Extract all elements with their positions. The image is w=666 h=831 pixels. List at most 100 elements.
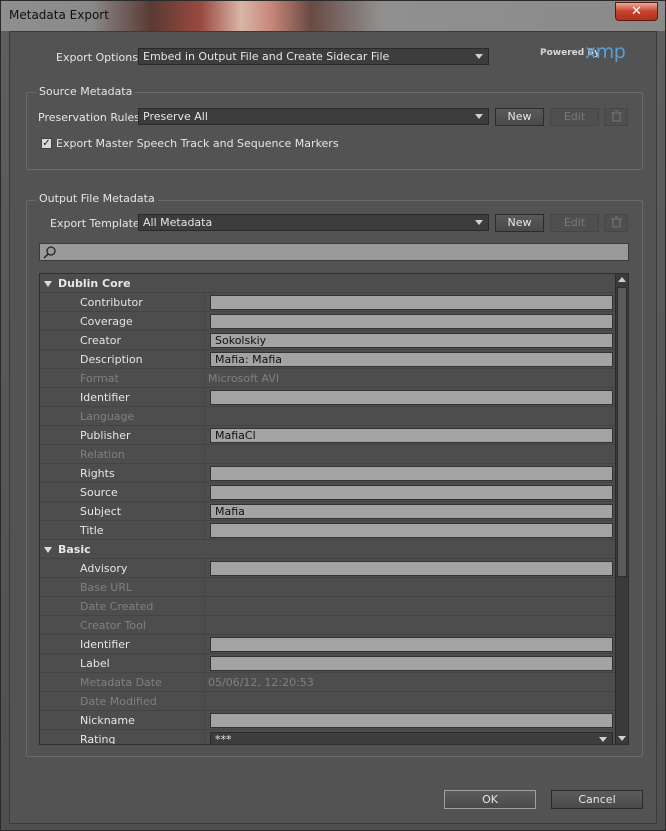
- template-new-button[interactable]: New: [495, 214, 544, 232]
- metadata-export-dialog: Metadata Export ✕ Export Options: Embed …: [0, 0, 666, 831]
- scroll-up-arrow-icon[interactable]: [618, 277, 626, 282]
- metadata-value-field[interactable]: Sokolskiy: [210, 333, 613, 348]
- rating-dropdown[interactable]: ***: [210, 732, 613, 744]
- trash-icon: [611, 216, 622, 228]
- metadata-row: Date Created: [40, 597, 616, 616]
- column-divider: [204, 559, 205, 578]
- metadata-value-readonly: 05/06/12, 12:20:53: [208, 676, 314, 689]
- column-divider: [204, 350, 205, 369]
- metadata-value-field[interactable]: Mafia: [210, 504, 613, 519]
- metadata-value-field[interactable]: [210, 295, 613, 310]
- preservation-rules-label: Preservation Rules:: [38, 111, 144, 124]
- metadata-value-field[interactable]: MafiaCl: [210, 428, 613, 443]
- metadata-value-field[interactable]: [210, 523, 613, 538]
- metadata-key: Title: [80, 524, 104, 537]
- metadata-row: Label: [40, 654, 616, 673]
- metadata-row: Identifier: [40, 635, 616, 654]
- column-divider: [204, 426, 205, 445]
- metadata-key: Creator Tool: [80, 619, 146, 632]
- close-button[interactable]: ✕: [615, 2, 658, 21]
- metadata-row: Creator Tool: [40, 616, 616, 635]
- metadata-key: Date Created: [80, 600, 154, 613]
- metadata-value-field[interactable]: [210, 637, 613, 652]
- metadata-row: Subject Mafia: [40, 502, 616, 521]
- metadata-row: Source: [40, 483, 616, 502]
- trash-icon: [611, 110, 622, 122]
- metadata-key: Label: [80, 657, 110, 670]
- export-speech-markers-checkbox[interactable]: ✓: [41, 138, 52, 149]
- metadata-key: Format: [80, 372, 119, 385]
- column-divider: [204, 502, 205, 521]
- title-bar[interactable]: Metadata Export ✕: [1, 1, 665, 31]
- metadata-value-field[interactable]: [210, 314, 613, 329]
- metadata-key: Nickname: [80, 714, 135, 727]
- metadata-row: Contributor: [40, 293, 616, 312]
- source-delete-button[interactable]: [604, 108, 628, 126]
- metadata-row: Base URL: [40, 578, 616, 597]
- table-scrollbar[interactable]: [615, 274, 628, 744]
- column-divider: [204, 673, 205, 692]
- metadata-key: Contributor: [80, 296, 143, 309]
- column-divider: [204, 578, 205, 597]
- metadata-value-field[interactable]: [210, 713, 613, 728]
- metadata-value-field[interactable]: Mafia: Mafia: [210, 352, 613, 367]
- metadata-key: Rating: [80, 733, 116, 745]
- template-edit-button[interactable]: Edit: [550, 214, 599, 232]
- metadata-search-input[interactable]: [39, 243, 629, 261]
- metadata-row: Nickname: [40, 711, 616, 730]
- metadata-key: Publisher: [80, 429, 131, 442]
- metadata-key: Description: [80, 353, 143, 366]
- export-template-label: Export Template:: [50, 217, 144, 230]
- metadata-key: Advisory: [80, 562, 128, 575]
- column-divider: [204, 654, 205, 673]
- export-options-value: Embed in Output File and Create Sidecar …: [143, 50, 390, 63]
- search-icon: [43, 246, 56, 259]
- template-delete-button[interactable]: [604, 214, 628, 232]
- metadata-row: Advisory: [40, 559, 616, 578]
- chevron-down-icon: [475, 114, 483, 119]
- metadata-row: Language: [40, 407, 616, 426]
- metadata-value-field[interactable]: [210, 561, 613, 576]
- metadata-row: Rating ***: [40, 730, 616, 745]
- metadata-row: Description Mafia: Mafia: [40, 350, 616, 369]
- expand-triangle-icon[interactable]: [44, 547, 52, 553]
- metadata-row: Title: [40, 521, 616, 540]
- metadata-row: Creator Sokolskiy: [40, 331, 616, 350]
- chevron-down-icon: [475, 220, 483, 225]
- column-divider: [204, 711, 205, 730]
- metadata-value-field[interactable]: [210, 390, 613, 405]
- metadata-key: Coverage: [80, 315, 133, 328]
- metadata-value-field[interactable]: [210, 466, 613, 481]
- ok-button[interactable]: OK: [444, 790, 536, 809]
- column-divider: [204, 635, 205, 654]
- scroll-down-arrow-icon[interactable]: [618, 736, 626, 741]
- metadata-key: Subject: [80, 505, 122, 518]
- preservation-rules-value: Preserve All: [143, 110, 208, 123]
- metadata-key: Source: [80, 486, 118, 499]
- export-options-dropdown[interactable]: Embed in Output File and Create Sidecar …: [138, 48, 489, 65]
- source-edit-button[interactable]: Edit: [550, 108, 599, 126]
- metadata-value-field[interactable]: [210, 656, 613, 671]
- column-divider: [204, 445, 205, 464]
- expand-triangle-icon[interactable]: [44, 281, 52, 287]
- source-new-button[interactable]: New: [495, 108, 544, 126]
- section-header[interactable]: Dublin Core: [40, 274, 616, 293]
- cancel-button[interactable]: Cancel: [551, 790, 643, 809]
- metadata-value-field[interactable]: [210, 485, 613, 500]
- export-speech-markers-label: Export Master Speech Track and Sequence …: [56, 137, 339, 150]
- metadata-row: Coverage: [40, 312, 616, 331]
- section-title: Dublin Core: [58, 277, 131, 290]
- metadata-key: Language: [80, 410, 135, 423]
- metadata-row: Format Microsoft AVI: [40, 369, 616, 388]
- column-divider: [204, 312, 205, 331]
- export-template-dropdown[interactable]: All Metadata: [138, 214, 489, 231]
- metadata-key: Rights: [80, 467, 115, 480]
- preservation-rules-dropdown[interactable]: Preserve All: [138, 108, 489, 125]
- section-header[interactable]: Basic: [40, 540, 616, 559]
- column-divider: [204, 388, 205, 407]
- metadata-row: Relation: [40, 445, 616, 464]
- scroll-thumb[interactable]: [617, 287, 627, 577]
- column-divider: [204, 483, 205, 502]
- column-divider: [204, 464, 205, 483]
- chevron-down-icon: [475, 54, 483, 59]
